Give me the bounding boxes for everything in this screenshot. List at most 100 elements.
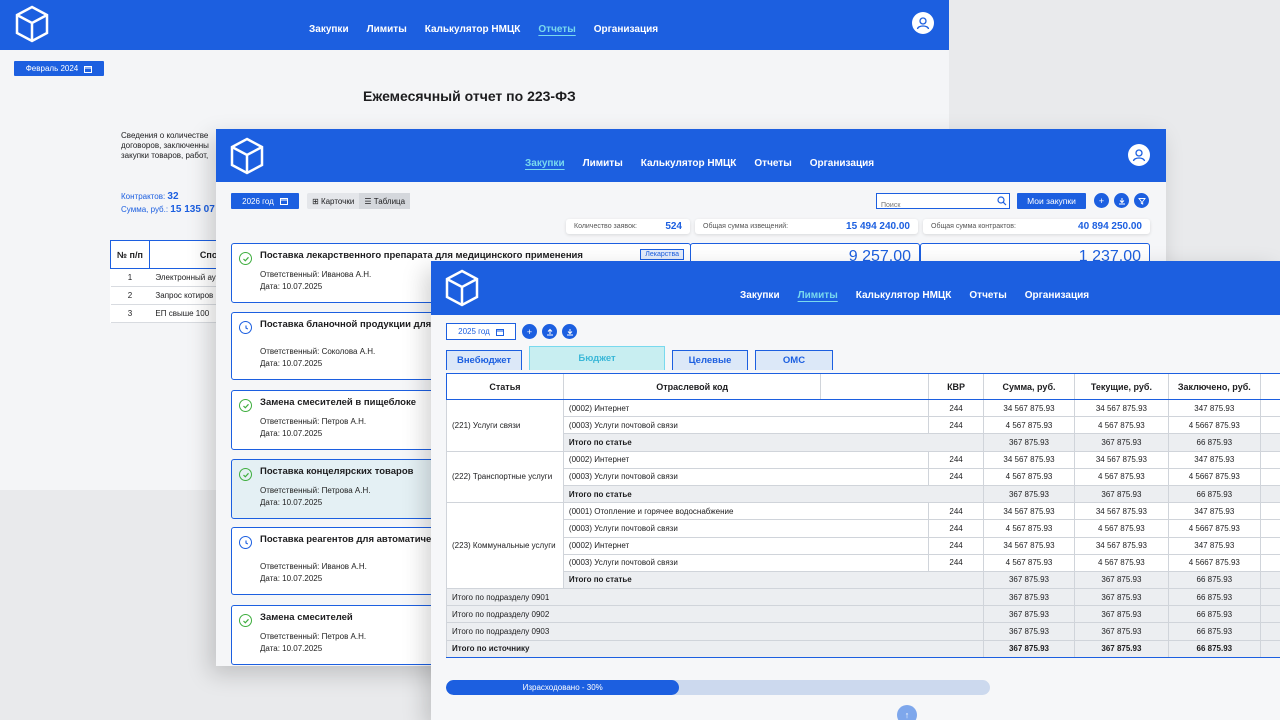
calendar-icon bbox=[279, 198, 288, 205]
table-row[interactable]: (0003) Услуги почтовой связи 244 4 567 875… bbox=[447, 519, 1280, 538]
column-header[interactable] bbox=[820, 373, 929, 400]
cell-sum: 367 875.93 bbox=[983, 588, 1075, 607]
article-cell: (223) Коммунальные услуги bbox=[446, 502, 564, 590]
source-total-label: Итого по источнику bbox=[445, 639, 984, 658]
cell-extra bbox=[1259, 571, 1280, 590]
subdivision-label: Итого по подразделу 0901 bbox=[445, 588, 984, 607]
subdivision-label: Итого по подразделу 0903 bbox=[445, 622, 984, 641]
table-row[interactable]: (221) Услуги связи (0002) Интернет 244 34 5… bbox=[446, 399, 1280, 452]
column-header[interactable]: Текущие, руб. bbox=[1073, 373, 1169, 400]
cell-extra bbox=[1259, 399, 1280, 418]
cell-sum: 4 567 875.93 bbox=[983, 468, 1075, 486]
year-label: 2026 год bbox=[242, 196, 274, 206]
nav-item[interactable]: Отчеты bbox=[754, 158, 791, 169]
nav-item[interactable]: Калькулятор НМЦК bbox=[425, 24, 521, 35]
table-row[interactable]: (223) Коммунальные услуги (0001) Отоплени… bbox=[446, 502, 1280, 590]
table-row[interactable]: (0003) Услуги почтовой связи 244 4 567 875… bbox=[447, 416, 1280, 435]
cell-cur: 4 567 875.93 bbox=[1073, 416, 1169, 435]
kvr-cell: 244 bbox=[928, 502, 984, 521]
user-avatar-icon[interactable] bbox=[1128, 144, 1150, 166]
add-icon[interactable]: + bbox=[1094, 193, 1109, 208]
cell-done: 347 875.93 bbox=[1167, 502, 1261, 521]
nav-item[interactable]: Калькулятор НМЦК bbox=[856, 290, 952, 301]
tab-targeted[interactable]: Целевые bbox=[672, 350, 748, 370]
check-circle-icon bbox=[239, 399, 252, 412]
nav-item[interactable]: Закупки bbox=[309, 24, 349, 35]
filter-icon[interactable] bbox=[1134, 193, 1149, 208]
nav-item[interactable]: Организация bbox=[810, 158, 874, 169]
article-total-row: Итого по статье 367 875.93 367 875.93 66 87… bbox=[447, 485, 1280, 504]
column-header[interactable]: Отраслевой код bbox=[562, 373, 821, 400]
cell-done: 66 875.93 bbox=[1167, 622, 1261, 641]
main-nav: Закупки Лимиты Калькулятор НМЦК Отчеты Орган… bbox=[309, 24, 658, 35]
cell-sum: 34 567 875.93 bbox=[983, 399, 1075, 418]
download-icon[interactable] bbox=[1114, 193, 1129, 208]
tab-oms[interactable]: ОМС bbox=[755, 350, 833, 370]
column-header[interactable]: Заключено, руб. bbox=[1167, 373, 1261, 400]
cell-extra bbox=[1259, 502, 1280, 521]
table-row[interactable]: (222) Транспортные услуги (0002) Интернет… bbox=[446, 451, 1280, 504]
view-cards-button[interactable]: ⊞ Карточки bbox=[307, 197, 359, 206]
cell-sum: 4 567 875.93 bbox=[983, 416, 1075, 435]
cell-sum: 367 875.93 bbox=[983, 605, 1075, 624]
nav-item[interactable]: Организация bbox=[594, 24, 658, 35]
funding-tabs: Внебюджет Бюджет Целевые ОМС bbox=[446, 346, 833, 370]
year-picker-button[interactable]: 2026 год bbox=[231, 193, 299, 209]
nav-item[interactable]: Отчеты bbox=[969, 290, 1006, 301]
page-title: Ежемесячный отчет по 223-ФЗ bbox=[363, 88, 576, 104]
search-input[interactable] bbox=[877, 199, 987, 212]
add-icon[interactable]: + bbox=[522, 324, 537, 339]
card-date: Дата: 10.07.2025 bbox=[260, 429, 323, 438]
tab-extrabudget[interactable]: Внебюджет bbox=[446, 350, 522, 370]
cell-cur: 4 567 875.93 bbox=[1073, 519, 1169, 538]
row-number: 1 bbox=[110, 268, 150, 287]
kvr-cell: 244 bbox=[928, 451, 984, 469]
limits-header: Закупки Лимиты Калькулятор НМЦК Отчеты Орган… bbox=[431, 261, 1280, 315]
column-header[interactable]: Статья bbox=[446, 373, 564, 400]
table-row[interactable]: (0002) Интернет 244 34 567 875.93 34 567 87… bbox=[447, 537, 1280, 555]
my-purchases-button[interactable]: Мои закупки bbox=[1017, 193, 1086, 209]
cell-cur: 367 875.93 bbox=[1073, 485, 1169, 504]
report-description: Сведения о количестве договоров, заключен… bbox=[121, 131, 209, 161]
row-number: 3 bbox=[110, 304, 150, 323]
logo-icon[interactable] bbox=[230, 137, 264, 175]
code-cell: (0002) Интернет bbox=[562, 451, 929, 469]
nav-item[interactable]: Лимиты bbox=[798, 290, 838, 301]
card-responsible: Ответственный: Петров А.Н. bbox=[260, 417, 367, 426]
logo-icon[interactable] bbox=[445, 269, 479, 307]
description-line: договоров, заключенны bbox=[121, 141, 209, 150]
nav-item[interactable]: Лимиты bbox=[367, 24, 407, 35]
scroll-up-icon[interactable]: ↑ bbox=[897, 705, 917, 720]
upload-icon[interactable] bbox=[542, 324, 557, 339]
column-header[interactable]: Сумма, руб. bbox=[983, 373, 1075, 400]
cell-done: 66 875.93 bbox=[1167, 605, 1261, 624]
user-avatar-icon[interactable] bbox=[912, 12, 934, 34]
nav-item[interactable]: Лимиты bbox=[583, 158, 623, 169]
nav-item[interactable]: Калькулятор НМЦК bbox=[641, 158, 737, 169]
nav-item[interactable]: Закупки bbox=[525, 158, 565, 169]
cell-cur: 34 567 875.93 bbox=[1073, 502, 1169, 521]
year-picker-button[interactable]: 2025 год bbox=[446, 323, 516, 340]
code-cell: (0003) Услуги почтовой связи bbox=[562, 554, 929, 572]
cell-done: 347 875.93 bbox=[1167, 399, 1261, 418]
nav-item[interactable]: Отчеты bbox=[538, 24, 575, 35]
cell-sum: 367 875.93 bbox=[983, 485, 1075, 504]
nav-item[interactable]: Организация bbox=[1025, 290, 1089, 301]
logo-icon[interactable] bbox=[15, 5, 49, 43]
view-table-button[interactable]: ☰ Таблица bbox=[359, 193, 411, 209]
tab-budget[interactable]: Бюджет bbox=[529, 346, 665, 370]
table-row[interactable]: (0003) Услуги почтовой связи 244 4 567 875… bbox=[447, 468, 1280, 486]
nav-item[interactable]: Закупки bbox=[740, 290, 780, 301]
download-icon[interactable] bbox=[562, 324, 577, 339]
card-responsible: Ответственный: Иванова А.Н. bbox=[260, 270, 372, 279]
column-header[interactable]: КВР bbox=[928, 373, 984, 400]
card-responsible: Ответственный: Петров А.Н. bbox=[260, 632, 367, 641]
search-icon[interactable] bbox=[997, 196, 1007, 206]
cell-sum: 4 567 875.93 bbox=[983, 519, 1075, 538]
table-row[interactable]: (0003) Услуги почтовой связи 244 4 567 875… bbox=[447, 554, 1280, 572]
cell-cur: 367 875.93 bbox=[1073, 588, 1169, 607]
main-nav: Закупки Лимиты Калькулятор НМЦК Отчеты Орган… bbox=[525, 158, 874, 169]
cell-extra bbox=[1259, 468, 1280, 486]
period-picker-button[interactable]: Февраль 2024 bbox=[14, 61, 104, 76]
stat-contracts-sum: Общая сумма контрактов: 40 894 250.00 bbox=[923, 219, 1150, 234]
